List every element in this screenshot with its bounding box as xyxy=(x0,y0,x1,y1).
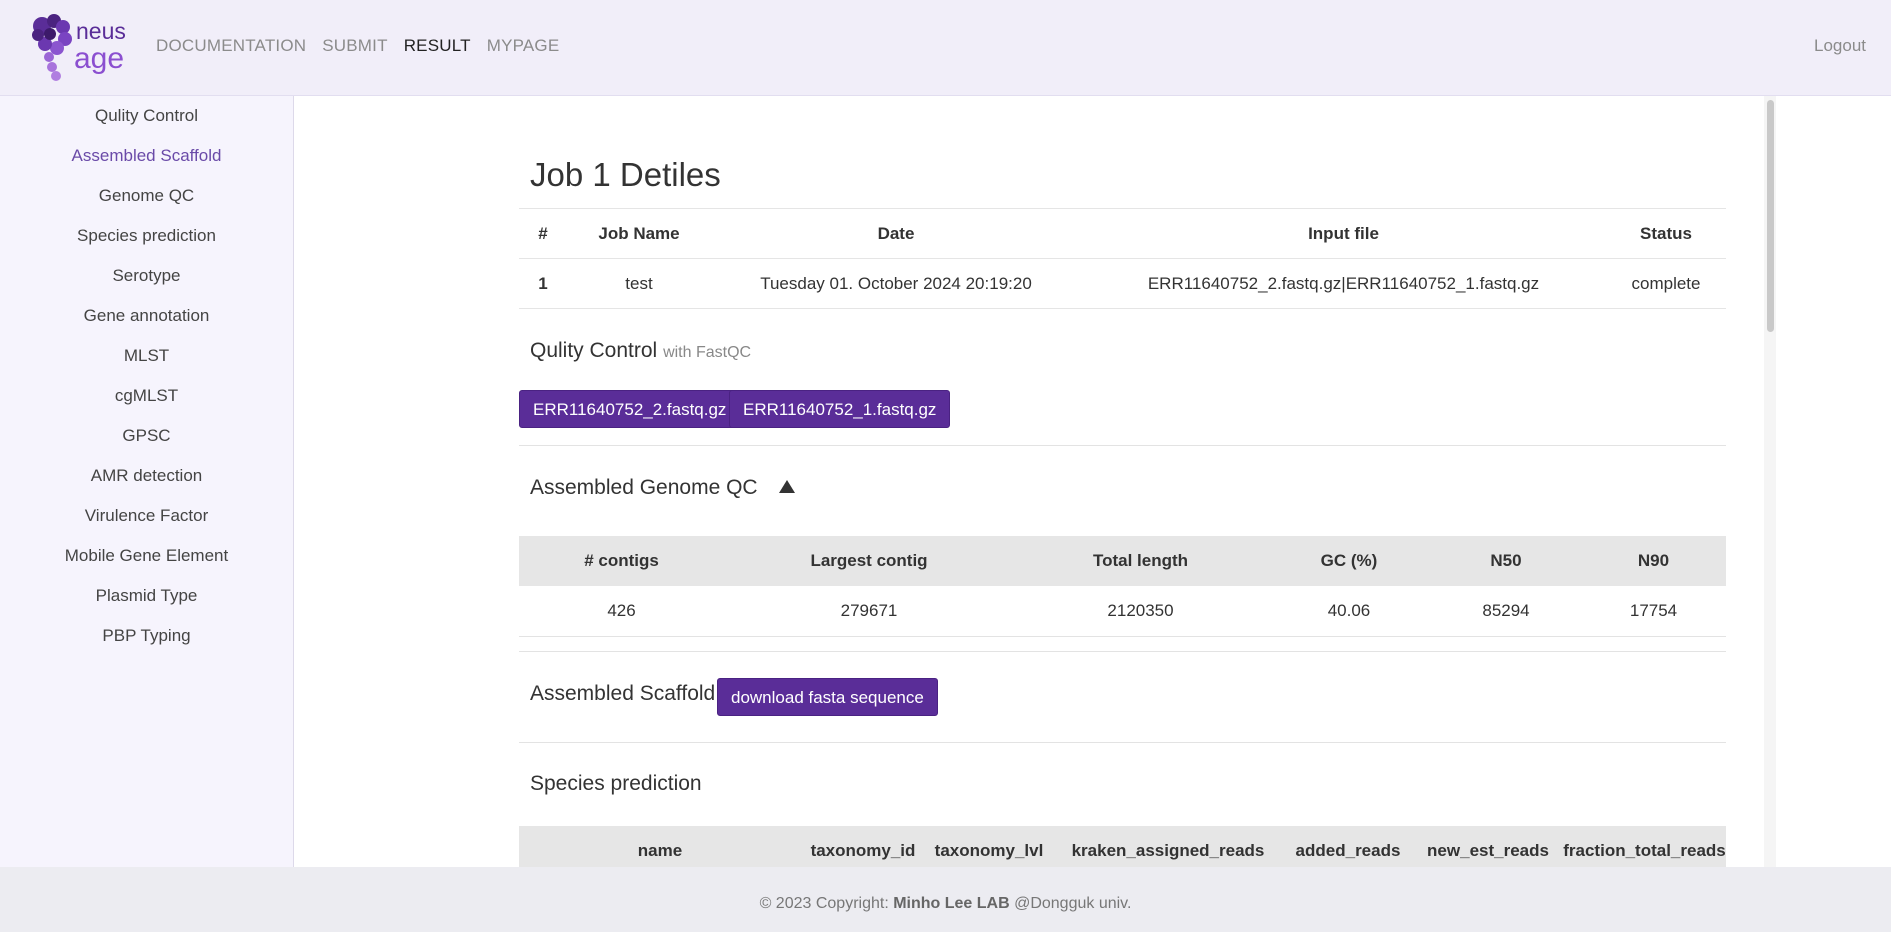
sidebar-item-assembled-scaffold[interactable]: Assembled Scaffold xyxy=(0,136,293,176)
column-header: # contigs xyxy=(519,536,724,586)
job-details-table: # Job Name Date Input file Status 1 test… xyxy=(519,208,1726,309)
species-prediction-title: Species prediction xyxy=(530,772,702,795)
collapse-triangle-icon[interactable] xyxy=(779,479,796,493)
footer: © 2023 Copyright: Minho Lee LAB @Dongguk… xyxy=(0,867,1891,932)
table-row: 426 279671 2120350 40.06 85294 17754 xyxy=(519,586,1726,637)
column-header: N90 xyxy=(1581,536,1726,586)
n50-value: 85294 xyxy=(1431,586,1581,637)
column-header: # xyxy=(519,208,567,259)
contigs-value: 426 xyxy=(519,586,724,637)
column-header: kraken_assigned_reads xyxy=(1053,826,1283,867)
column-header: fraction_total_reads xyxy=(1563,826,1726,867)
quality-control-heading: Qulity Control with FastQC xyxy=(530,339,751,363)
nav-documentation[interactable]: DOCUMENTATION xyxy=(156,36,306,56)
nav-submit[interactable]: SUBMIT xyxy=(322,36,387,56)
quality-control-title: Qulity Control xyxy=(530,339,658,362)
column-header: name xyxy=(519,826,801,867)
neuspage-logo[interactable]: neus age xyxy=(30,14,136,84)
n90-value: 17754 xyxy=(1581,586,1726,637)
total-length-value: 2120350 xyxy=(1014,586,1267,637)
table-row: 1 test Tuesday 01. October 2024 20:19:20… xyxy=(519,258,1726,309)
logout-link[interactable]: Logout xyxy=(1814,36,1866,56)
sidebar-item-mlst[interactable]: MLST xyxy=(0,336,293,376)
page-title: Job 1 Detiles xyxy=(530,156,721,193)
largest-contig-value: 279671 xyxy=(724,586,1014,637)
column-header: N50 xyxy=(1431,536,1581,586)
assembled-scaffold-title: Assembled Scaffold xyxy=(530,682,716,705)
column-header: Total length xyxy=(1014,536,1267,586)
svg-text:age: age xyxy=(74,42,124,75)
sidebar-item-amr-detection[interactable]: AMR detection xyxy=(0,456,293,496)
quality-control-subtitle: with FastQC xyxy=(663,344,752,361)
sidebar-item-gene-annotation[interactable]: Gene annotation xyxy=(0,296,293,336)
column-header: Date xyxy=(711,208,1081,259)
logo-icon: neus age xyxy=(32,14,126,81)
divider xyxy=(519,445,1726,446)
fastqc-report-button-1[interactable]: ERR11640752_2.fastq.gz xyxy=(519,390,741,428)
genome-qc-heading: Assembled Genome QC xyxy=(530,476,796,500)
sidebar-item-virulence-factor[interactable]: Virulence Factor xyxy=(0,496,293,536)
scrollbar-thumb[interactable] xyxy=(1767,100,1774,332)
sidebar-item-mobile-gene-element[interactable]: Mobile Gene Element xyxy=(0,536,293,576)
fastqc-report-button-2[interactable]: ERR11640752_1.fastq.gz xyxy=(729,390,951,428)
footer-copyright: © 2023 Copyright: xyxy=(759,895,894,912)
footer-lab-name: Minho Lee LAB xyxy=(893,895,1010,912)
column-header: taxonomy_id xyxy=(801,826,925,867)
main-nav: DOCUMENTATION SUBMIT RESULT MYPAGE xyxy=(156,36,559,56)
sidebar-item-pbp-typing[interactable]: PBP Typing xyxy=(0,616,293,656)
column-header: added_reads xyxy=(1283,826,1413,867)
sidebar-item-serotype[interactable]: Serotype xyxy=(0,256,293,296)
column-header: Largest contig xyxy=(724,536,1014,586)
sidebar-item-plasmid-type[interactable]: Plasmid Type xyxy=(0,576,293,616)
job-input-file: ERR11640752_2.fastq.gz|ERR11640752_1.fas… xyxy=(1081,258,1606,309)
svg-text:neus: neus xyxy=(76,18,126,44)
column-header: new_est_reads xyxy=(1413,826,1563,867)
sidebar-item-quality-control[interactable]: Qulity Control xyxy=(0,96,293,136)
gc-value: 40.06 xyxy=(1267,586,1431,637)
sidebar: Qulity Control Assembled Scaffold Genome… xyxy=(0,96,294,867)
column-header: Job Name xyxy=(567,208,711,259)
job-status: complete xyxy=(1606,258,1726,309)
job-number: 1 xyxy=(519,258,567,309)
column-header: GC (%) xyxy=(1267,536,1431,586)
sidebar-item-species-prediction[interactable]: Species prediction xyxy=(0,216,293,256)
download-fasta-button[interactable]: download fasta sequence xyxy=(717,678,938,716)
column-header: taxonomy_lvl xyxy=(925,826,1053,867)
main-content: Job 1 Detiles # Job Name Date Input file… xyxy=(295,96,1765,867)
genome-qc-table: # contigs Largest contig Total length GC… xyxy=(519,536,1726,637)
divider xyxy=(519,742,1726,743)
column-header: Input file xyxy=(1081,208,1606,259)
top-navbar: neus age DOCUMENTATION SUBMIT RESULT MYP… xyxy=(0,0,1891,96)
species-prediction-table: name taxonomy_id taxonomy_lvl kraken_ass… xyxy=(519,826,1726,867)
divider xyxy=(519,651,1726,652)
nav-result[interactable]: RESULT xyxy=(404,36,471,56)
nav-mypage[interactable]: MYPAGE xyxy=(487,36,560,56)
footer-university: @Dongguk univ. xyxy=(1009,895,1132,912)
sidebar-item-gpsc[interactable]: GPSC xyxy=(0,416,293,456)
genome-qc-title: Assembled Genome QC xyxy=(530,476,758,499)
job-date: Tuesday 01. October 2024 20:19:20 xyxy=(711,258,1081,309)
sidebar-item-cgmlst[interactable]: cgMLST xyxy=(0,376,293,416)
job-name: test xyxy=(567,258,711,309)
column-header: Status xyxy=(1606,208,1726,259)
sidebar-item-genome-qc[interactable]: Genome QC xyxy=(0,176,293,216)
main-scrollbar[interactable] xyxy=(1764,96,1776,867)
